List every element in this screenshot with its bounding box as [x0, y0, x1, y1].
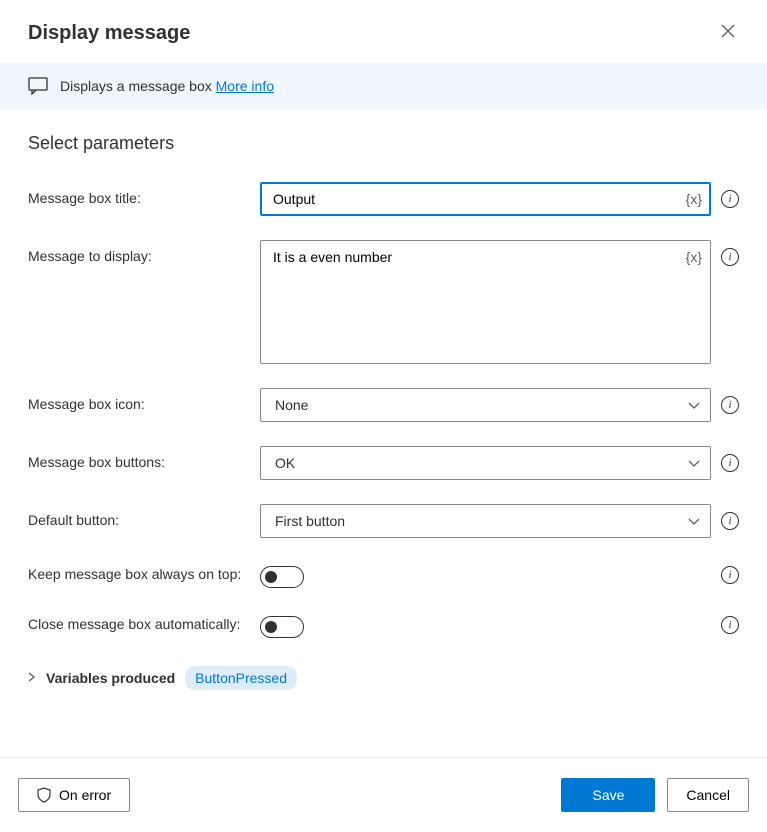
insert-variable-button[interactable]: {x}: [686, 191, 702, 207]
icon-select-value: None: [275, 397, 308, 413]
variables-produced-row: Variables produced ButtonPressed: [28, 662, 739, 694]
more-info-link[interactable]: More info: [216, 78, 274, 94]
info-icon[interactable]: i: [721, 396, 739, 414]
chevron-right-icon[interactable]: [28, 671, 36, 685]
close-icon: [721, 24, 735, 38]
chevron-down-icon: [688, 455, 700, 471]
default-button-select[interactable]: First button: [260, 504, 711, 538]
save-button[interactable]: Save: [561, 778, 655, 812]
title-input[interactable]: [273, 191, 686, 207]
close-button[interactable]: [717, 20, 739, 47]
always-on-top-label: Keep message box always on top:: [28, 562, 260, 582]
banner-text: Displays a message box More info: [60, 78, 274, 94]
info-icon[interactable]: i: [721, 190, 739, 208]
title-input-wrapper: {x}: [260, 182, 711, 216]
default-button-select-value: First button: [275, 513, 345, 529]
cancel-button[interactable]: Cancel: [667, 778, 749, 812]
message-box-icon: [28, 77, 48, 95]
info-icon[interactable]: i: [721, 512, 739, 530]
chevron-down-icon: [688, 397, 700, 413]
auto-close-toggle[interactable]: [260, 616, 304, 638]
buttons-select-value: OK: [275, 455, 295, 471]
always-on-top-toggle[interactable]: [260, 566, 304, 588]
title-label: Message box title:: [28, 182, 260, 206]
on-error-button[interactable]: On error: [18, 778, 130, 812]
chevron-down-icon: [688, 513, 700, 529]
page-title: Display message: [28, 22, 190, 45]
shield-icon: [37, 787, 51, 803]
message-input-wrapper: {x}: [260, 240, 711, 364]
variables-produced-label[interactable]: Variables produced: [46, 670, 175, 686]
variable-badge[interactable]: ButtonPressed: [185, 666, 297, 690]
message-label: Message to display:: [28, 240, 260, 264]
buttons-select[interactable]: OK: [260, 446, 711, 480]
insert-variable-button[interactable]: {x}: [686, 249, 702, 265]
info-icon[interactable]: i: [721, 248, 739, 266]
buttons-label: Message box buttons:: [28, 446, 260, 470]
info-banner: Displays a message box More info: [0, 63, 767, 109]
auto-close-label: Close message box automatically:: [28, 612, 260, 632]
section-title: Select parameters: [28, 133, 739, 154]
icon-select[interactable]: None: [260, 388, 711, 422]
info-icon[interactable]: i: [721, 616, 739, 634]
default-button-label: Default button:: [28, 504, 260, 528]
info-icon[interactable]: i: [721, 454, 739, 472]
info-icon[interactable]: i: [721, 566, 739, 584]
icon-label: Message box icon:: [28, 388, 260, 412]
message-textarea[interactable]: [273, 249, 686, 355]
